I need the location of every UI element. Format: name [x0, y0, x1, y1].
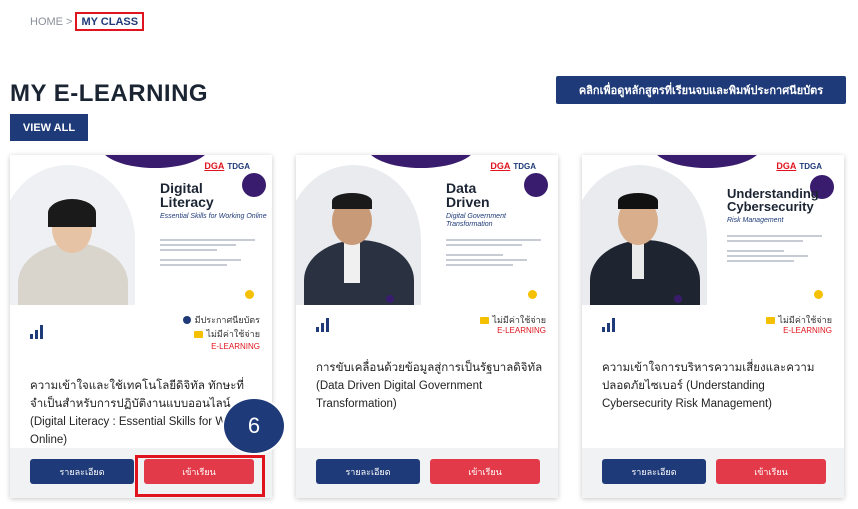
person-body: [590, 240, 700, 305]
thumbnail-title: Data Driven: [446, 180, 490, 210]
step-number-badge: 6: [222, 397, 286, 455]
thumbnail-text-lines: [727, 235, 822, 265]
decor-shape: [652, 155, 762, 168]
decor-dot: [674, 295, 682, 303]
decor-shape: [100, 155, 210, 168]
person-hair: [618, 193, 658, 209]
coin-icon: [194, 330, 204, 338]
certificate-button[interactable]: คลิกเพื่อดูหลักสูตรที่เรียนจบและพิมพ์ประ…: [556, 76, 846, 104]
certificate-dot-icon: [182, 316, 191, 324]
course-thumbnail[interactable]: DGA TDGA Understanding Cybersecurity Risk…: [582, 155, 844, 305]
certificate-badge: มีประกาศนียบัตร: [182, 313, 260, 327]
course-description[interactable]: ความเข้าใจการบริหารความเสี่ยงและความปลอด…: [602, 359, 834, 413]
coin-icon: [766, 316, 776, 324]
breadcrumb-current[interactable]: MY CLASS: [75, 12, 145, 31]
detail-button[interactable]: รายละเอียด: [316, 459, 420, 484]
thumbnail-title: Understanding Cybersecurity: [727, 186, 819, 214]
price-badge: ไม่มีค่าใช้จ่าย: [194, 327, 260, 341]
course-type: E-LEARNING: [497, 326, 546, 335]
enter-class-button[interactable]: เข้าเรียน: [716, 459, 826, 484]
price-badge: ไม่มีค่าใช้จ่าย: [766, 313, 832, 327]
person-shirt: [344, 243, 360, 283]
decor-dot: [386, 295, 394, 303]
decor-dot: [245, 290, 254, 299]
card-footer: รายละเอียด เข้าเรียน: [582, 448, 844, 498]
detail-button[interactable]: รายละเอียด: [602, 459, 706, 484]
dga-logo: DGA TDGA: [204, 161, 250, 171]
decor-dot: [814, 290, 823, 299]
course-description[interactable]: การขับเคลื่อนด้วยข้อมูลสู่การเป็นรัฐบาลด…: [316, 359, 548, 413]
price-badge: ไม่มีค่าใช้จ่าย: [480, 313, 546, 327]
course-type: E-LEARNING: [211, 342, 260, 351]
thumbnail-subtitle: Risk Management: [727, 217, 784, 224]
thumbnail-text-lines: [446, 239, 541, 269]
course-type: E-LEARNING: [783, 326, 832, 335]
instructor-photo: [582, 165, 707, 305]
instructor-photo: [296, 165, 421, 305]
person-hair: [48, 199, 96, 227]
coin-icon: [480, 316, 490, 324]
enter-class-button[interactable]: เข้าเรียน: [144, 459, 254, 484]
breadcrumb-home-link[interactable]: HOME: [30, 16, 63, 28]
view-all-button[interactable]: VIEW ALL: [10, 114, 88, 141]
course-card-cybersecurity: DGA TDGA Understanding Cybersecurity Risk…: [582, 155, 844, 498]
level-bars-icon: [30, 325, 43, 339]
level-bars-icon: [602, 318, 615, 332]
dga-logo: DGA TDGA: [776, 161, 822, 171]
thumbnail-title: Digital Literacy: [160, 180, 214, 210]
person-shirt: [632, 243, 644, 279]
enter-class-button[interactable]: เข้าเรียน: [430, 459, 540, 484]
instructor-photo: [10, 165, 135, 305]
card-footer: รายละเอียด เข้าเรียน: [10, 448, 272, 498]
detail-button[interactable]: รายละเอียด: [30, 459, 134, 484]
thumbnail-text-lines: [160, 239, 255, 269]
course-thumbnail[interactable]: DGA TDGA Data Driven Digital Government T…: [296, 155, 558, 305]
course-card-data-driven: DGA TDGA Data Driven Digital Government T…: [296, 155, 558, 498]
thumbnail-subtitle: Essential Skills for Working Online: [160, 213, 267, 220]
person-hair: [332, 193, 372, 209]
breadcrumb-separator: >: [66, 15, 73, 28]
thumbnail-subtitle: Digital Government Transformation: [446, 213, 506, 228]
decor-dot: [528, 290, 537, 299]
card-footer: รายละเอียด เข้าเรียน: [296, 448, 558, 498]
page-title: MY E-LEARNING: [10, 80, 209, 107]
decor-shape: [366, 155, 476, 168]
breadcrumb: HOME > MY CLASS: [30, 12, 145, 31]
course-thumbnail[interactable]: DGA TDGA Digital Literacy Essential Skill…: [10, 155, 272, 305]
dga-logo: DGA TDGA: [490, 161, 536, 171]
level-bars-icon: [316, 318, 329, 332]
